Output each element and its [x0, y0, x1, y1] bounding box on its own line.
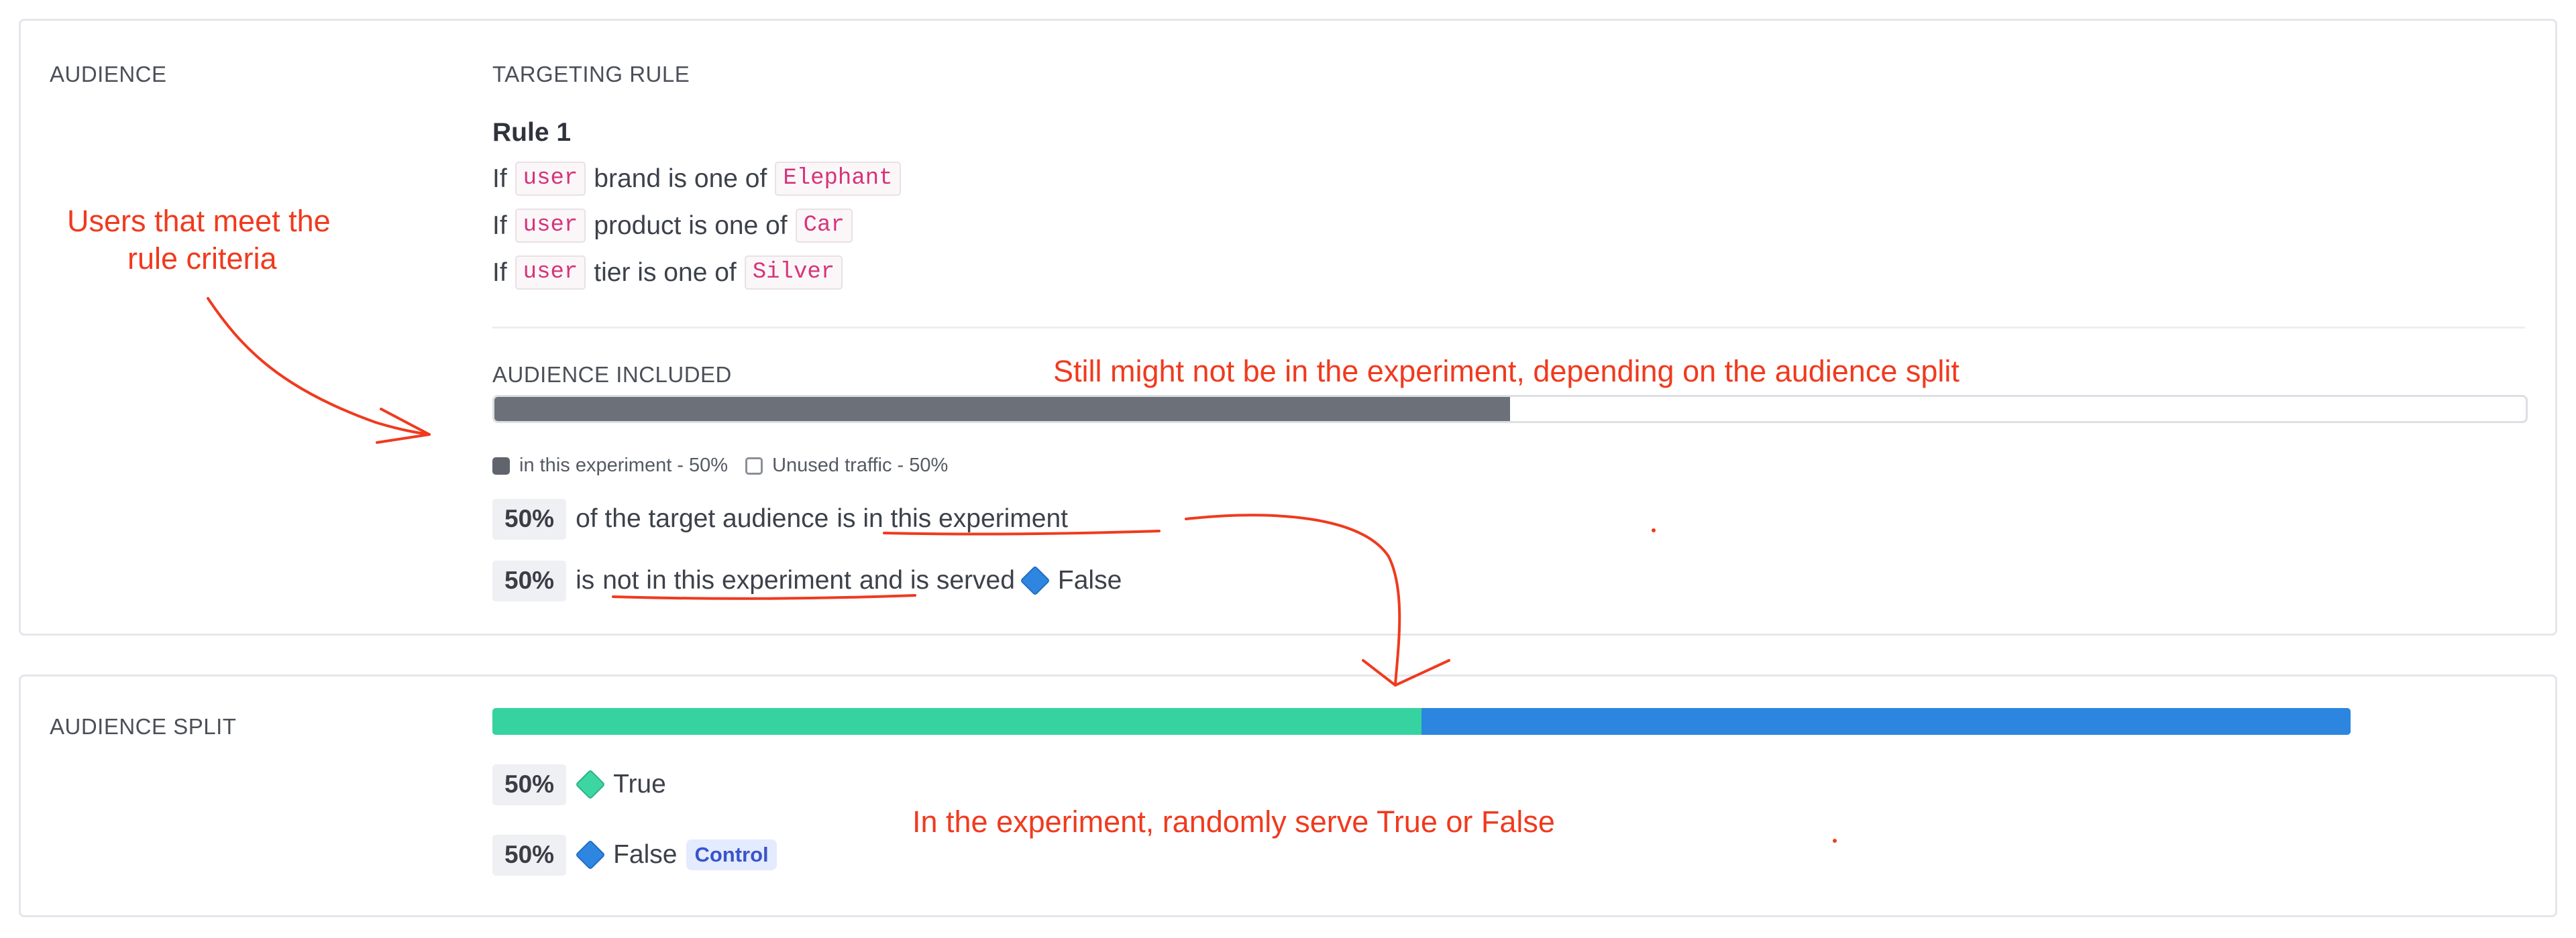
- stray-dot-1: [1652, 528, 1656, 532]
- underline-is-in-experiment: [883, 530, 1161, 536]
- arrow-head-split: [1362, 659, 1450, 687]
- arrow-to-split: [1185, 514, 1401, 685]
- underline-not-in-experiment: [612, 594, 916, 600]
- stray-dot-2: [1833, 839, 1837, 843]
- annotation-overlay: [207, 297, 1837, 843]
- arrow-to-included-bar: [207, 297, 431, 436]
